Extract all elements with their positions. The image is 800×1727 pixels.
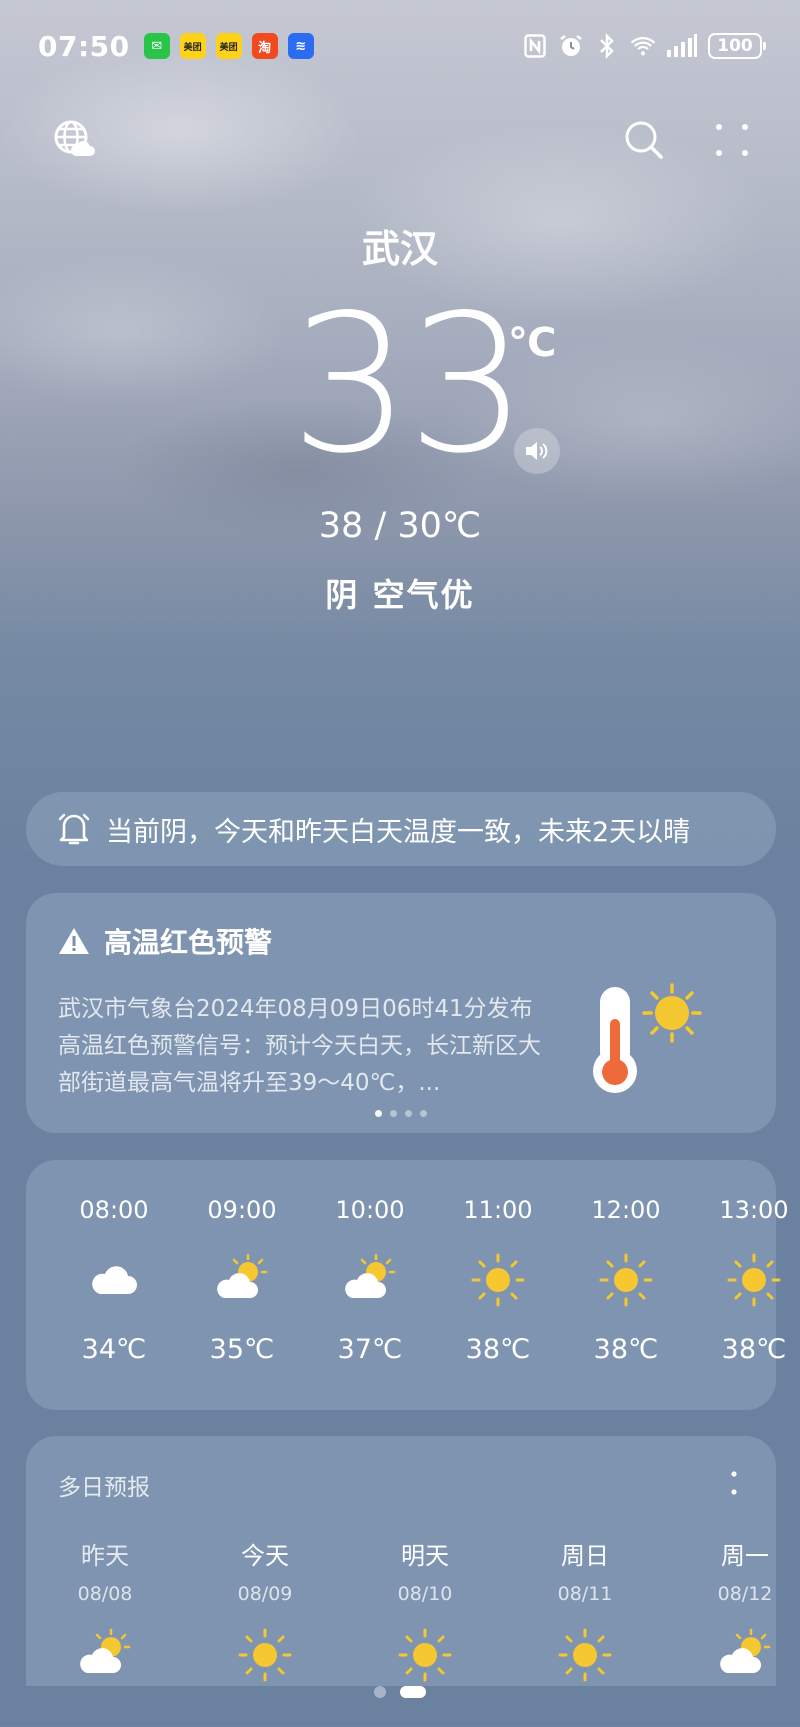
partly-sunny-icon [345,1253,396,1298]
hour-temp: 38℃ [593,1334,659,1365]
partly-sunny-icon [720,1628,771,1673]
alert-description: 武汉市气象台2024年08月09日06时41分发布高温红色预警信号：预计今天白天… [58,996,541,1096]
signal-icon [666,33,698,59]
day-date: 08/08 [77,1583,133,1605]
hour-time: 12:00 [591,1196,661,1224]
day-name: 周日 [561,1542,609,1570]
pagination-dot [375,1110,382,1117]
temperature-unit: ℃ [508,320,557,366]
hour-temp: 38℃ [721,1334,787,1365]
hour-time: 09:00 [207,1196,277,1224]
alert-header: 高温红色预警 [58,921,744,961]
partly-sunny-icon [80,1628,131,1673]
hour-temp: 37℃ [337,1334,403,1365]
sunny-icon [398,1628,452,1682]
multi-day-forecast-card[interactable]: 多日预报 昨天 08/08 今天 08/09 明天 08/10 周日 08/11 [26,1436,776,1686]
vertical-dots-icon [731,1471,737,1495]
page-dot[interactable] [374,1686,386,1698]
globe-icon [54,120,95,156]
hour-temp: 34℃ [81,1334,147,1365]
day-item[interactable]: 周一 08/12 [690,1536,776,1686]
meituan-icon: 美团 [179,33,206,59]
wifi-icon [630,33,656,59]
hour-temp: 35℃ [209,1334,275,1365]
sunny-icon [471,1253,525,1307]
weather-summary-text: 当前阴，今天和昨天白天温度一致，未来2天以晴 [106,816,691,848]
hour-time: 10:00 [335,1196,405,1224]
day-name: 今天 [241,1542,289,1570]
hourly-item[interactable]: 12:00 38℃ [562,1160,690,1410]
hour-time: 11:00 [463,1196,533,1224]
voice-broadcast-button[interactable] [514,428,560,474]
hourly-item[interactable]: 11:00 38℃ [434,1160,562,1410]
temperature-range: 38 / 30℃ [318,506,482,546]
hour-time: 13:00 [719,1196,789,1224]
voice-assistant-icon: ≋ [287,33,314,59]
status-indicators: 100 [522,33,766,59]
day-item[interactable]: 昨天 08/08 [50,1536,160,1686]
warning-icon [59,928,89,954]
hour-temp: 38℃ [465,1334,531,1365]
thermometer-sun-icon [593,983,702,1093]
cloudy-icon [92,1266,137,1294]
hourly-forecast-card[interactable]: 08:00 34℃ 09:00 35℃ 10:00 37℃ 11:00 38℃ … [26,1160,789,1410]
battery-indicator: 100 [708,33,766,59]
current-temperature: 33 [290,274,528,495]
bluetooth-icon [594,33,620,59]
alarm-icon [558,33,584,59]
status-time: 07:50 [38,29,130,63]
day-date: 08/09 [237,1583,293,1605]
pagination-dot [405,1110,412,1117]
heat-warning-card[interactable]: 高温红色预警 武汉市气象台2024年08月09日06时41分发布高温红色预警信号… [26,893,776,1133]
sunny-icon [558,1628,612,1682]
page-dot-active[interactable] [400,1686,426,1698]
multi-day-title: 多日预报 [58,1475,150,1501]
sunny-icon [238,1628,292,1682]
day-name: 昨天 [81,1542,129,1570]
hour-time: 08:00 [79,1196,149,1224]
day-item[interactable]: 今天 08/09 [210,1536,320,1686]
hourly-item[interactable]: 09:00 35℃ [178,1160,306,1410]
nfc-icon [522,33,548,59]
partly-sunny-icon [217,1253,268,1298]
day-item[interactable]: 周日 08/11 [530,1536,640,1686]
city-management-button[interactable] [52,118,96,162]
notification-app-icons: ✉ 美团 美团 淘 ≋ [143,33,314,59]
sunny-icon [599,1253,653,1307]
hourly-item[interactable]: 13:00 38℃ [690,1160,800,1410]
multi-day-more-button[interactable] [726,1468,742,1498]
alert-pagination [26,1110,776,1117]
wechat-icon: ✉ [143,33,170,59]
weather-summary-banner[interactable]: 当前阴，今天和昨天白天温度一致，未来2天以晴 [26,792,776,866]
sunny-icon [727,1253,781,1307]
day-name: 周一 [721,1542,769,1570]
alert-title: 高温红色预警 [104,926,273,959]
day-item[interactable]: 明天 08/10 [370,1536,480,1686]
day-date: 08/10 [397,1583,453,1605]
hourly-item[interactable]: 10:00 37℃ [306,1160,434,1410]
more-options-button[interactable] [712,120,752,160]
meituan-hotel-icon: 美团 [215,33,242,59]
city-name: 武汉 [361,227,438,271]
grid-dots-icon [716,124,748,156]
pagination-dot [420,1110,427,1117]
weather-condition: 阴 空气优 [325,576,475,614]
pagination-dot [390,1110,397,1117]
hourly-item[interactable]: 08:00 34℃ [50,1160,178,1410]
day-date: 08/12 [717,1583,773,1605]
page-indicator [0,1686,800,1698]
status-bar: 07:50 ✉ 美团 美团 淘 ≋ 100 [38,28,766,64]
taobao-icon: 淘 [251,33,278,59]
bell-icon [58,813,90,845]
speaker-icon [526,442,548,460]
day-name: 明天 [401,1542,449,1570]
search-icon [625,121,663,159]
search-button[interactable] [622,118,666,162]
day-date: 08/11 [557,1583,613,1605]
